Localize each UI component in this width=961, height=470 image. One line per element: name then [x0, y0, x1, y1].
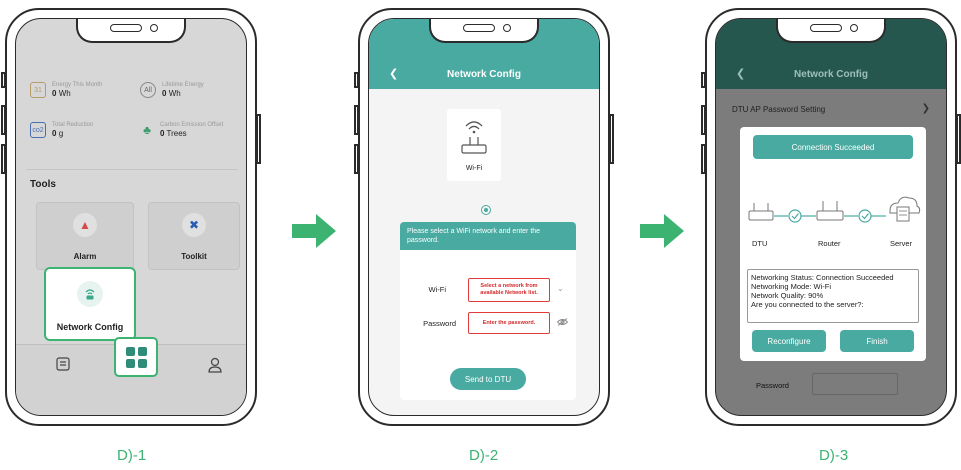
stat-label: Energy This Month	[52, 82, 103, 88]
status-line: Are you connected to the server?:	[751, 300, 864, 309]
wifi-device-card[interactable]: Wi-Fi	[447, 109, 501, 181]
step-caption-1: D)-1	[117, 447, 147, 464]
status-line: Networking Status: Connection Succeeded	[751, 273, 894, 282]
wifi-label: Wi-Fi	[428, 285, 447, 294]
apps-tab-button[interactable]	[114, 337, 158, 377]
stat-lifetime-energy: All Lifetime Energy 0 Wh	[140, 81, 204, 99]
phone-notch	[429, 19, 539, 43]
stat-unit: Wh	[168, 89, 181, 98]
chevron-right-icon[interactable]: ❯	[922, 103, 930, 114]
node-label-router: Router	[818, 239, 841, 248]
page-title: Network Config	[447, 69, 521, 80]
status-line: Network Quality: 90%	[751, 291, 824, 300]
chevron-down-icon[interactable]: ⌄	[557, 284, 564, 293]
stat-label: Lifetime Energy	[162, 82, 204, 88]
router-device-icon	[816, 201, 844, 221]
co2-icon: co2	[30, 122, 46, 138]
step-caption-3: D)-3	[819, 447, 849, 464]
phone-frame-step2: ❮ Network Config Wi-Fi Please select a W…	[354, 8, 614, 426]
alarm-icon: ▲	[73, 213, 97, 237]
user-icon[interactable]	[208, 357, 222, 376]
connection-status-banner: Connection Succeeded	[753, 135, 913, 159]
stat-carbon-offset: ♣ Carbon Emission Offset 0 Trees	[140, 121, 223, 139]
eye-hidden-icon[interactable]	[556, 318, 569, 328]
stat-unit: Wh	[58, 89, 71, 98]
stat-label: Carbon Emission Offset	[160, 122, 224, 128]
check-circle-icon	[858, 209, 872, 223]
wifi-select[interactable]: Select a network from available Network …	[468, 278, 550, 302]
finish-button[interactable]: Finish	[840, 330, 914, 352]
tool-alarm[interactable]: ▲ Alarm	[36, 202, 134, 270]
phone-frame-step3: ❮ Network Config DTU AP Password Setting…	[701, 8, 961, 426]
reconfigure-button[interactable]: Reconfigure	[752, 330, 826, 352]
router-wifi-icon	[461, 121, 487, 154]
lifetime-icon: All	[140, 82, 156, 98]
dtu-device-icon	[748, 203, 774, 221]
tool-label: Toolkit	[181, 252, 207, 261]
tree-icon: ♣	[143, 123, 151, 137]
divider	[26, 169, 238, 170]
network-path-diagram	[748, 196, 921, 223]
arrow-right-icon	[640, 214, 684, 248]
step-caption-2: D)-2	[469, 447, 499, 464]
toolkit-icon: ✖	[182, 213, 206, 237]
stat-value: 0	[160, 129, 165, 138]
node-label-dtu: DTU	[752, 239, 768, 248]
tool-network-config[interactable]: Network Config	[44, 267, 136, 341]
ap-password-setting-row[interactable]: DTU AP Password Setting	[732, 105, 825, 114]
connection-result-dialog: Connection Succeeded DTU Router Server N…	[740, 127, 926, 361]
page-title: Network Config	[794, 69, 868, 80]
send-to-dtu-button[interactable]: Send to DTU	[450, 368, 526, 390]
tool-label: Alarm	[73, 252, 97, 261]
form-instruction: Please select a WiFi network and enter t…	[400, 222, 576, 250]
stat-value: 0	[162, 89, 167, 98]
tools-heading: Tools	[30, 179, 56, 190]
stat-energy-month: 31 Energy This Month 0 Wh	[30, 81, 102, 99]
node-label-server: Server	[890, 239, 913, 248]
check-circle-icon	[788, 209, 802, 223]
password-label: Password	[423, 319, 456, 328]
tool-label: Network Config	[56, 322, 124, 332]
apps-icon	[125, 346, 147, 368]
device-label: Wi-Fi	[465, 165, 483, 172]
phone-frame-step1: 31 Energy This Month 0 Wh All Lifetime E…	[1, 8, 261, 426]
password-label: Password	[756, 381, 789, 390]
app-screen-network-config: ❮ Network Config Wi-Fi Please select a W…	[368, 18, 600, 416]
selected-radio[interactable]	[481, 205, 491, 215]
dashboard-icon[interactable]	[56, 357, 70, 374]
wifi-form-card: Please select a WiFi network and enter t…	[400, 222, 576, 400]
phone-notch	[776, 19, 886, 43]
phone-notch	[76, 19, 186, 43]
networking-status-box[interactable]: Networking Status: Connection Succeeded …	[747, 269, 919, 323]
stat-value: 0	[52, 129, 57, 138]
password-input[interactable]	[812, 373, 898, 395]
cloud-server-icon	[889, 196, 921, 222]
stat-unit: g	[58, 129, 64, 138]
arrow-right-icon	[292, 214, 336, 248]
stat-label: Total Reduction	[52, 122, 94, 128]
calendar-icon: 31	[30, 82, 46, 98]
router-wifi-icon	[77, 281, 103, 307]
stat-unit: Trees	[166, 129, 187, 138]
tool-toolkit[interactable]: ✖ Toolkit	[148, 202, 240, 270]
stat-total-reduction: co2 Total Reduction 0 g	[30, 121, 93, 139]
stat-value: 0	[52, 89, 57, 98]
password-input[interactable]: Enter the password.	[468, 312, 550, 334]
status-line: Networking Mode: Wi-Fi	[751, 282, 832, 291]
app-screen-connection-result: ❮ Network Config DTU AP Password Setting…	[715, 18, 947, 416]
